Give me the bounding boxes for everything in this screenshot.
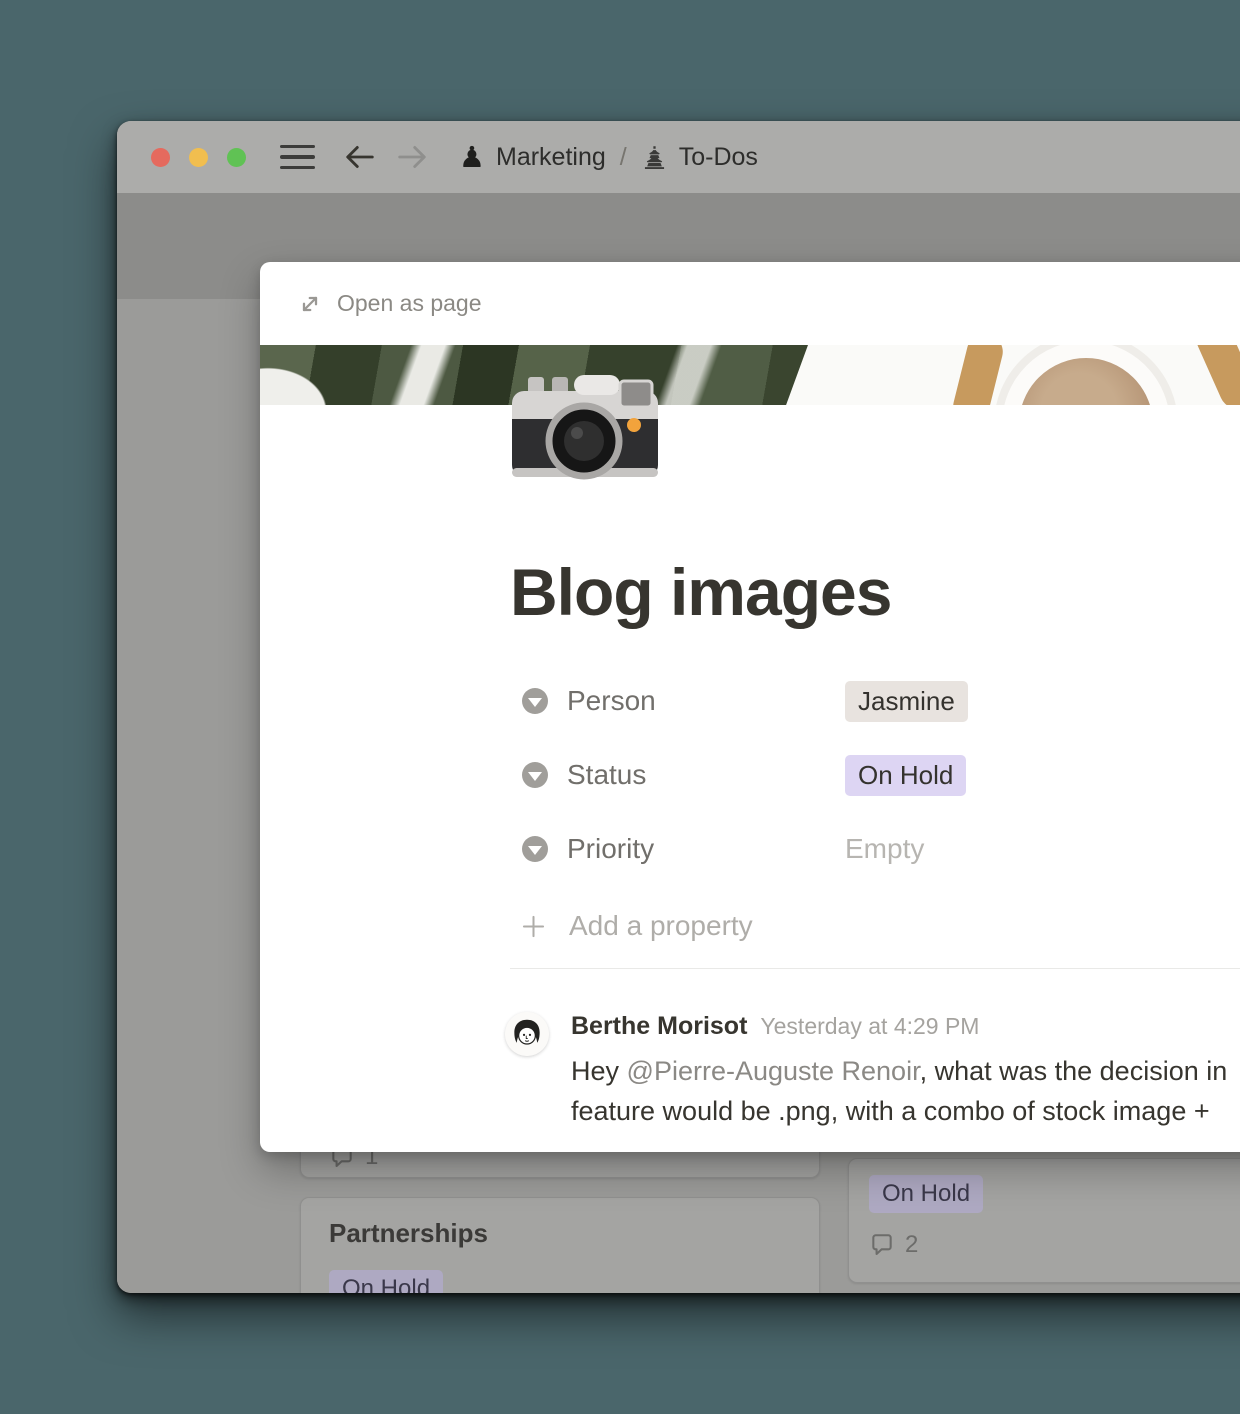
- expand-diagonal-icon: [298, 292, 322, 316]
- breadcrumb: ♟ Marketing / To-Dos: [459, 143, 758, 172]
- page-cover-image: [260, 345, 1240, 405]
- property-list: Person Jasmine Status On Hold Priority E…: [522, 682, 1240, 904]
- open-as-page-button[interactable]: Open as page: [298, 290, 482, 317]
- plus-icon: [520, 913, 547, 940]
- cookie-photo-area: [949, 345, 1006, 405]
- modal-header: Open as page: [260, 262, 1240, 345]
- status-badge: On Hold: [329, 1270, 443, 1293]
- chevron-down-circle-icon: [522, 762, 548, 788]
- breadcrumb-separator: /: [620, 143, 627, 172]
- property-label[interactable]: Person: [567, 685, 845, 717]
- breadcrumb-label: To-Dos: [679, 143, 758, 172]
- chevron-down-circle-icon: [522, 836, 548, 862]
- author-avatar: [505, 1012, 549, 1056]
- titlebar: ♟ Marketing / To-Dos: [117, 121, 1240, 193]
- mention-link[interactable]: @Pierre-Auguste Renoir: [627, 1056, 920, 1086]
- close-window-button[interactable]: [151, 148, 170, 167]
- coffee-cup-photo-area: [1002, 345, 1170, 405]
- comment-text: Hey @Pierre-Auguste Renoir, what was the…: [571, 1051, 1227, 1131]
- comment-text-segment: , what was the decision in: [920, 1056, 1228, 1086]
- board-card-partnerships: Partnerships On Hold: [300, 1197, 820, 1293]
- person-tag[interactable]: Jasmine: [845, 681, 968, 722]
- comment-body: Berthe Morisot Yesterday at 4:29 PM Hey …: [571, 1012, 1227, 1131]
- fullscreen-window-button[interactable]: [227, 148, 246, 167]
- breadcrumb-label: Marketing: [496, 143, 606, 172]
- status-tag[interactable]: On Hold: [845, 755, 966, 796]
- card-title: Partnerships: [329, 1218, 488, 1249]
- castle-icon: [641, 144, 668, 171]
- sidebar-menu-icon[interactable]: [280, 145, 315, 170]
- board-card: On Hold 2: [848, 1158, 1240, 1283]
- add-property-label: Add a property: [569, 910, 753, 942]
- minimize-window-button[interactable]: [189, 148, 208, 167]
- breadcrumb-item-marketing[interactable]: ♟ Marketing: [459, 143, 606, 172]
- comment-count: 2: [905, 1231, 918, 1259]
- comment-timestamp: Yesterday at 4:29 PM: [760, 1013, 979, 1040]
- chevron-down-circle-icon: [522, 688, 548, 714]
- page-preview-modal: Open as page Blog images Person Jasmine: [260, 262, 1240, 1152]
- property-label[interactable]: Priority: [567, 833, 845, 865]
- breadcrumb-item-todos[interactable]: To-Dos: [641, 143, 758, 172]
- property-row-person: Person Jasmine: [522, 682, 1240, 720]
- status-badge: On Hold: [869, 1175, 983, 1213]
- chess-pawn-icon: ♟: [459, 143, 485, 172]
- property-row-status: Status On Hold: [522, 756, 1240, 794]
- comment-bubble-icon: [869, 1232, 895, 1258]
- page-title[interactable]: Blog images: [510, 550, 891, 634]
- camera-page-icon[interactable]: [510, 365, 660, 480]
- section-divider: [510, 968, 1240, 969]
- comment-author: Berthe Morisot: [571, 1012, 747, 1041]
- add-property-button[interactable]: Add a property: [520, 910, 753, 942]
- comment: Berthe Morisot Yesterday at 4:29 PM Hey …: [505, 1012, 1227, 1131]
- property-label[interactable]: Status: [567, 759, 845, 791]
- back-button[interactable]: [343, 142, 377, 172]
- cookie-photo-area: [1191, 345, 1240, 405]
- comment-text-segment: Hey: [571, 1056, 627, 1086]
- property-row-priority: Priority Empty: [522, 830, 1240, 868]
- empty-property-value[interactable]: Empty: [845, 833, 924, 865]
- forward-button[interactable]: [395, 142, 429, 172]
- comment-text-segment: feature would be .png, with a combo of s…: [571, 1091, 1227, 1131]
- open-as-page-label: Open as page: [337, 290, 482, 317]
